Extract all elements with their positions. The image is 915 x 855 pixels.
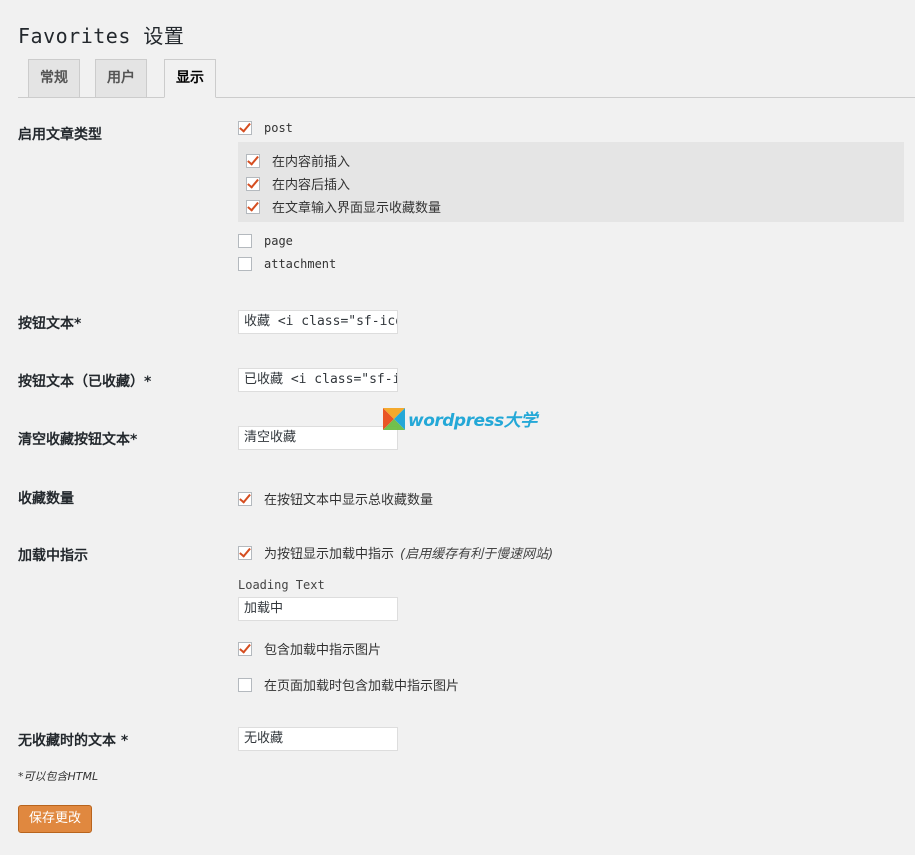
include-loading-image-checkbox[interactable] <box>238 641 252 656</box>
after-content-label: 在内容后插入 <box>272 178 351 193</box>
after-content-checkbox[interactable] <box>246 176 260 191</box>
post-option-after-content[interactable]: 在内容后插入 <box>246 174 350 193</box>
button-text-input[interactable]: 收藏 <i class="sf-ico <box>238 310 398 334</box>
button-text-favorited-input[interactable]: 已收藏 <i class="sf-i <box>238 368 398 392</box>
edit-screen-count-checkbox[interactable] <box>246 199 260 214</box>
loading-indicator-option-label: 为按钮显示加载中指示 <box>264 547 395 562</box>
watermark-text: wordpress大学 <box>408 411 537 431</box>
favorite-count-option-label: 在按钮文本中显示总收藏数量 <box>264 493 434 508</box>
no-favorites-text-input[interactable]: 无收藏 <box>238 727 398 751</box>
loading-indicator-label: 加载中指示 <box>18 548 88 564</box>
post-type-label: post <box>264 121 293 135</box>
favorite-count-checkbox[interactable] <box>238 491 252 506</box>
loading-text-input[interactable]: 加载中 <box>238 597 398 621</box>
tab-users[interactable]: 用户 <box>95 59 147 97</box>
loading-text-label: Loading Text <box>238 578 325 592</box>
page-title: Favorites 设置 <box>18 24 185 48</box>
post-option-edit-screen-count[interactable]: 在文章输入界面显示收藏数量 <box>246 197 441 216</box>
wordpress-daxue-logo-icon <box>383 407 405 430</box>
tab-general[interactable]: 常规 <box>28 59 80 97</box>
tab-display[interactable]: 显示 <box>164 59 216 98</box>
settings-tabs: 常规 用户 显示 <box>18 59 915 98</box>
include-loading-image-option[interactable]: 包含加载中指示图片 <box>238 639 381 658</box>
include-loading-image-on-load-checkbox[interactable] <box>238 677 252 692</box>
loading-indicator-option[interactable]: 为按钮显示加载中指示 (启用缓存有利于慢速网站) <box>238 543 553 562</box>
post-checkbox[interactable] <box>238 121 252 135</box>
wordpress-daxue-watermark: wordpress大学 <box>383 406 537 431</box>
include-loading-image-label: 包含加载中指示图片 <box>264 643 382 658</box>
before-content-label: 在内容前插入 <box>272 155 351 170</box>
before-content-checkbox[interactable] <box>246 153 260 168</box>
save-changes-button[interactable]: 保存更改 <box>18 805 92 833</box>
post-type-page[interactable]: page <box>238 234 293 248</box>
include-loading-image-on-load-label: 在页面加载时包含加载中指示图片 <box>264 679 460 694</box>
page-type-label: page <box>264 234 293 248</box>
favorite-count-option[interactable]: 在按钮文本中显示总收藏数量 <box>238 489 433 508</box>
clear-button-text-label: 清空收藏按钮文本* <box>18 432 138 448</box>
page-checkbox[interactable] <box>238 234 252 248</box>
include-loading-image-on-load-option[interactable]: 在页面加载时包含加载中指示图片 <box>238 675 459 694</box>
button-text-label: 按钮文本* <box>18 316 82 332</box>
attachment-checkbox[interactable] <box>238 257 252 271</box>
clear-button-text-input[interactable]: 清空收藏 <box>238 426 398 450</box>
edit-screen-count-label: 在文章输入界面显示收藏数量 <box>272 201 442 216</box>
attachment-type-label: attachment <box>264 257 337 271</box>
loading-indicator-hint: (启用缓存有利于慢速网站) <box>400 547 554 562</box>
post-types-label: 启用文章类型 <box>18 127 102 143</box>
loading-indicator-checkbox[interactable] <box>238 545 252 560</box>
html-allowed-footnote: *可以包含HTML <box>18 770 99 783</box>
no-favorites-text-label: 无收藏时的文本 * <box>18 733 129 749</box>
post-option-before-content[interactable]: 在内容前插入 <box>246 151 350 170</box>
favorite-count-label: 收藏数量 <box>18 491 74 507</box>
button-text-favorited-label: 按钮文本（已收藏）* <box>18 374 152 390</box>
post-type-attachment[interactable]: attachment <box>238 257 336 271</box>
post-type-post[interactable]: post <box>238 121 293 135</box>
